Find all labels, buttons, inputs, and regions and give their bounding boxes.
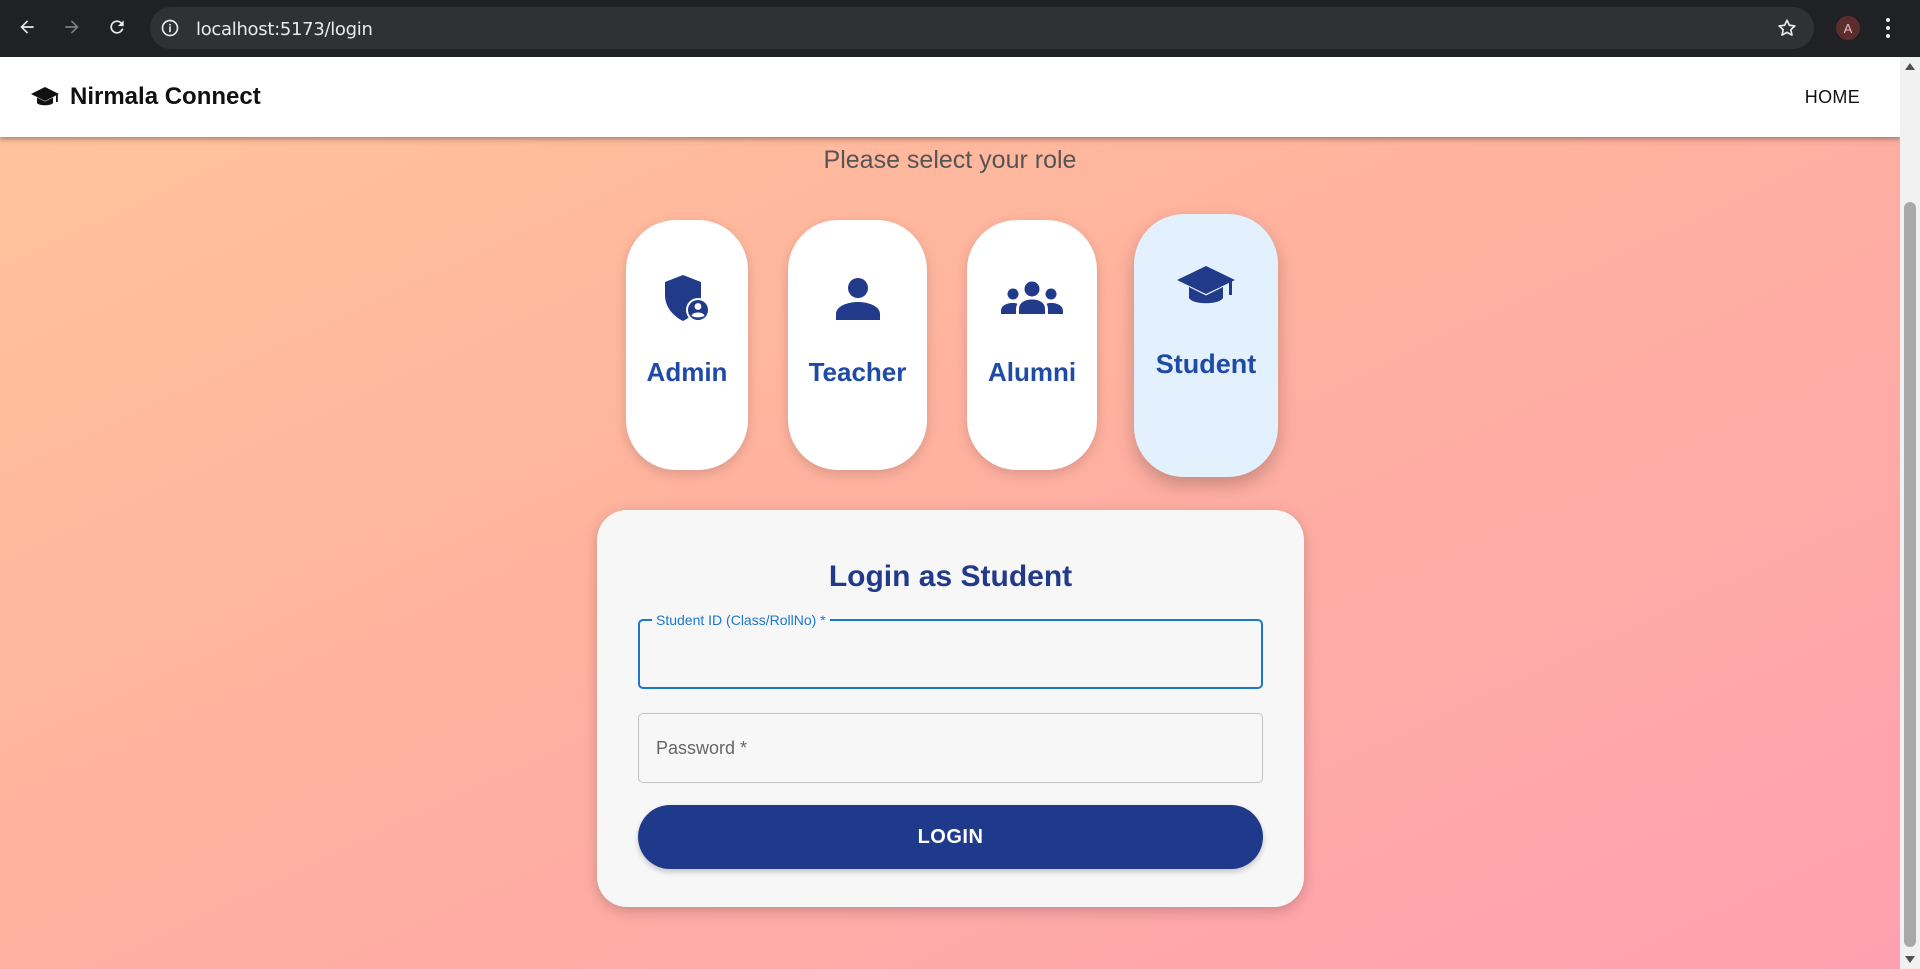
admin-shield-icon <box>661 272 713 326</box>
browser-menu-icon[interactable] <box>1884 16 1892 40</box>
scroll-thumb[interactable] <box>1904 202 1916 947</box>
role-card-alumni[interactable]: Alumni <box>967 220 1097 470</box>
role-card-student[interactable]: Student <box>1134 214 1278 477</box>
group-icon <box>1000 272 1064 326</box>
browser-toolbar: localhost:5173/login A <box>0 0 1920 57</box>
bookmark-star-icon[interactable] <box>1776 17 1798 39</box>
role-label-student: Student <box>1155 349 1257 379</box>
password-input[interactable] <box>639 714 1262 782</box>
profile-avatar[interactable]: A <box>1836 16 1860 40</box>
scroll-down-arrow-icon[interactable] <box>1905 956 1915 963</box>
app-header: Nirmala Connect HOME <box>0 57 1900 137</box>
graduation-cap-icon <box>31 87 59 106</box>
graduation-cap-icon <box>1175 262 1237 316</box>
forward-arrow-icon <box>65 20 79 34</box>
address-bar[interactable]: localhost:5173/login <box>150 7 1814 49</box>
site-info-icon[interactable] <box>160 18 180 38</box>
person-icon <box>835 272 881 326</box>
reload-icon <box>110 20 124 34</box>
student-id-input[interactable] <box>640 621 1261 687</box>
brand-title[interactable]: Nirmala Connect <box>70 83 261 111</box>
role-label-admin: Admin <box>646 357 728 387</box>
student-id-field[interactable]: Student ID (Class/RollNo) * <box>638 612 1263 689</box>
back-button[interactable] <box>12 12 42 42</box>
login-card: Login as Student Student ID (Class/RollN… <box>597 510 1304 907</box>
back-arrow-icon <box>20 20 34 34</box>
login-button[interactable]: LOGIN <box>638 805 1263 869</box>
role-label-alumni: Alumni <box>987 357 1077 387</box>
reload-button[interactable] <box>102 12 132 42</box>
page-viewport: Nirmala Connect HOME Please select your … <box>0 57 1900 969</box>
role-card-admin[interactable]: Admin <box>626 220 748 470</box>
url-text[interactable]: localhost:5173/login <box>196 19 373 40</box>
password-field[interactable] <box>638 713 1263 783</box>
home-nav-link[interactable]: HOME <box>1805 87 1860 108</box>
role-prompt: Please select your role <box>823 146 1077 174</box>
role-label-teacher: Teacher <box>808 357 907 387</box>
role-card-teacher[interactable]: Teacher <box>788 220 927 470</box>
page-scrollbar[interactable] <box>1900 57 1920 969</box>
scroll-up-arrow-icon[interactable] <box>1905 63 1915 70</box>
forward-button[interactable] <box>57 12 87 42</box>
login-title: Login as Student <box>828 560 1073 593</box>
